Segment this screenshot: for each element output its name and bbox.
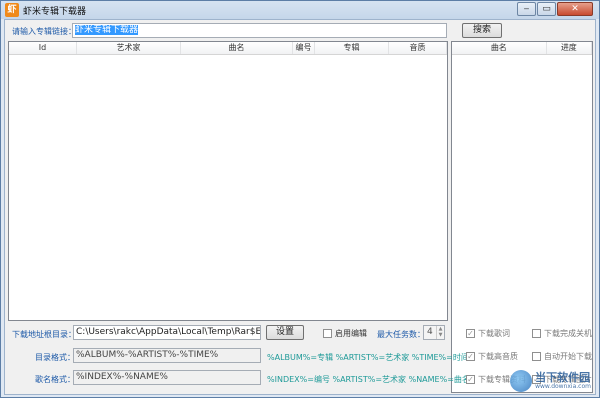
download-dir-label: 下载地址根目录： [12,330,76,339]
auto-start-box[interactable] [532,352,541,361]
title-bar[interactable]: 虾 虾米专辑下载器 ‒ ▭ ✕ [1,1,599,19]
shutdown-after-label: 下载完成关机 [544,329,592,338]
download-hq-checkbox[interactable]: ✓ 下载高音质 [466,351,518,362]
enable-edit-checkbox[interactable]: 启用编辑 [323,328,367,339]
max-tasks-spinner[interactable]: 4 ▲ ▼ [423,325,445,340]
close-button[interactable]: ✕ [557,2,593,16]
dir-format-input[interactable]: %ALBUM%-%ARTIST%-%TIME% [73,348,261,363]
minimize-button[interactable]: ‒ [517,2,536,16]
window-title: 虾米专辑下载器 [23,7,87,17]
download-lyrics-label: 下载歌词 [478,329,510,338]
spinner-arrows-icon[interactable]: ▲ ▼ [436,326,444,339]
app-logo-icon: 虾 [5,3,19,17]
track-list[interactable]: Id 艺术家 曲名 编号 专辑 音质 [8,41,448,321]
album-link-label: 请输入专辑链接： [12,27,76,36]
name-format-label: 歌名格式： [35,375,75,384]
window-controls: ‒ ▭ ✕ [516,2,593,16]
column-id[interactable]: Id [9,42,77,54]
set-dir-button[interactable]: 设置 [266,325,304,340]
column-quality[interactable]: 音质 [389,42,447,54]
maximize-button[interactable]: ▭ [537,2,556,16]
download-lyrics-box[interactable]: ✓ [466,329,475,338]
search-button[interactable]: 搜索 [462,23,502,38]
client-area: 请输入专辑链接： 虾米专辑下载器 搜索 Id 艺术家 曲名 编号 专辑 音质 曲… [4,19,596,395]
watermark-title: 当下软件园 [535,371,591,384]
auto-start-label: 自动开始下载 [544,352,592,361]
progress-list-header: 曲名 进度 [452,42,592,55]
column-progress[interactable]: 进度 [547,42,592,54]
column-song-name[interactable]: 曲名 [452,42,547,54]
watermark-url: www.downxia.com [535,383,591,390]
enable-edit-label: 启用编辑 [335,329,367,338]
max-tasks-value: 4 [427,327,433,337]
download-dir-input[interactable]: C:\Users\rakc\AppData\Local\Temp\Rar$EXa [73,325,261,340]
column-album[interactable]: 专辑 [315,42,389,54]
name-format-hint: %INDEX%=编号 %ARTIST%=艺术家 %NAME%=曲名 [267,375,470,384]
watermark-text-block: 当下软件园 www.downxia.com [535,372,591,390]
album-link-value: 虾米专辑下载器 [75,25,139,35]
name-format-input[interactable]: %INDEX%-%NAME% [73,370,261,385]
track-list-header: Id 艺术家 曲名 编号 专辑 音质 [9,42,447,55]
app-window: 虾 虾米专辑下载器 ‒ ▭ ✕ 请输入专辑链接： 虾米专辑下载器 搜索 Id 艺… [0,0,600,398]
dir-format-label: 目录格式： [35,353,75,362]
column-title[interactable]: 曲名 [181,42,293,54]
shutdown-after-checkbox[interactable]: 下载完成关机 [532,328,592,339]
shutdown-after-box[interactable] [532,329,541,338]
column-artist[interactable]: 艺术家 [77,42,181,54]
album-link-input[interactable]: 虾米专辑下载器 [72,23,447,38]
dir-format-hint: %ALBUM%=专辑 %ARTIST%=艺术家 %TIME%=时间 [267,353,469,362]
auto-start-checkbox[interactable]: 自动开始下载 [532,351,592,362]
download-lyrics-checkbox[interactable]: ✓ 下载歌词 [466,328,510,339]
site-watermark: 当下软件园 www.downxia.com [510,370,591,392]
enable-edit-box[interactable] [323,329,332,338]
download-album-info-box[interactable]: ✓ [466,375,475,384]
download-hq-label: 下载高音质 [478,352,518,361]
max-tasks-label: 最大任务数： [377,330,425,339]
column-index[interactable]: 编号 [293,42,315,54]
download-progress-list[interactable]: 曲名 进度 [451,41,593,393]
download-hq-box[interactable]: ✓ [466,352,475,361]
watermark-logo-icon [510,370,533,392]
